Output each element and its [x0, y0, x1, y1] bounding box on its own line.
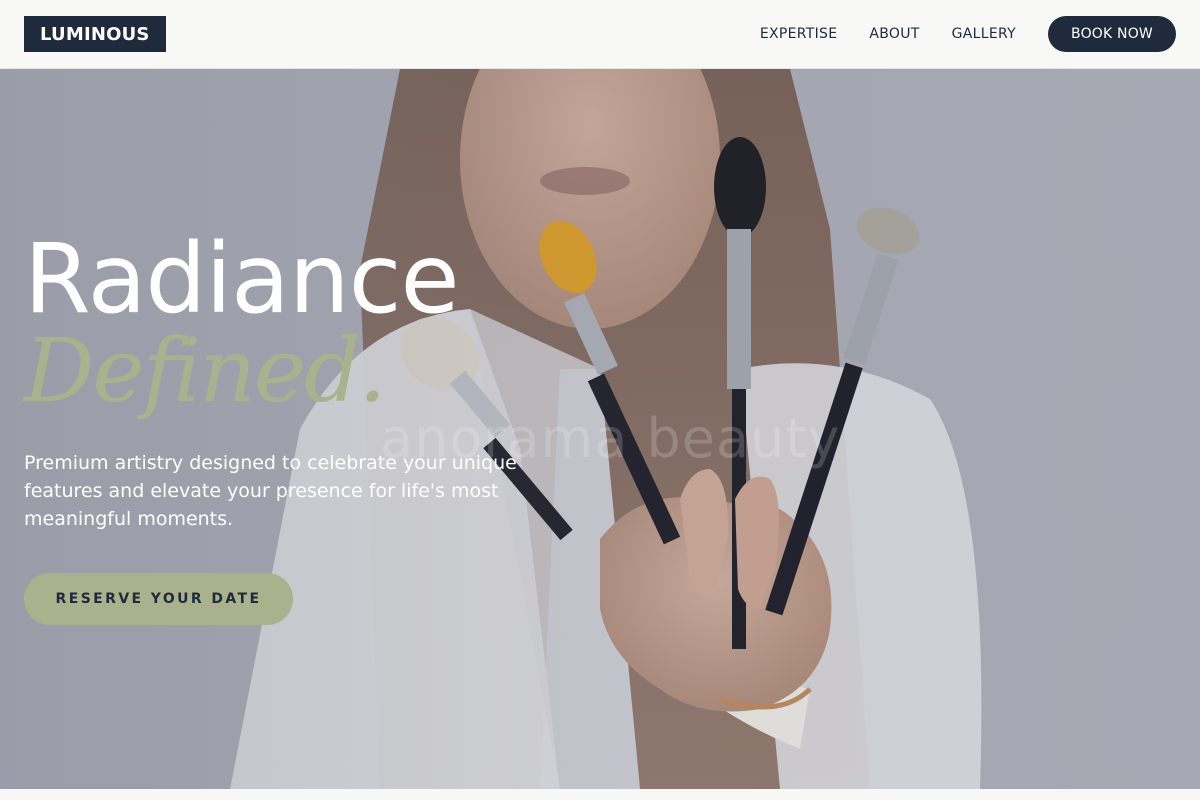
hero-title-line2: Defined. [24, 319, 386, 422]
nav-links: EXPERTISE ABOUT GALLERY [760, 26, 1016, 42]
hero-tagline: Premium artistry designed to celebrate y… [24, 452, 517, 530]
nav-link-about[interactable]: ABOUT [869, 26, 919, 42]
book-now-button[interactable]: BOOK NOW [1048, 16, 1176, 52]
brand-logo[interactable]: LUMINOUS [24, 16, 166, 52]
hero-content: Radiance Defined. Premium artistry desig… [24, 227, 584, 625]
hero-title-line1: Radiance [24, 223, 460, 335]
nav-link-expertise[interactable]: EXPERTISE [760, 26, 838, 42]
top-navigation: LUMINOUS EXPERTISE ABOUT GALLERY BOOK NO… [0, 0, 1200, 69]
page-bottom-strip [0, 789, 1200, 800]
reserve-date-button[interactable]: RESERVE YOUR DATE [24, 573, 293, 625]
nav-link-gallery[interactable]: GALLERY [952, 26, 1016, 42]
hero-section: anorama beauty Radiance Defined. Premium… [0, 69, 1200, 789]
